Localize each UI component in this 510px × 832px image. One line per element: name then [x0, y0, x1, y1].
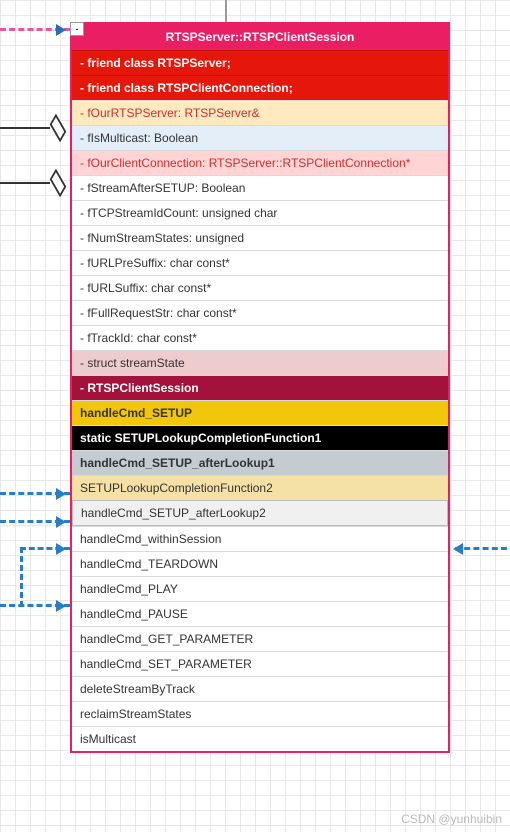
top-connector: [225, 0, 227, 22]
friend-rtspserver[interactable]: - friend class RTSPServer;: [72, 50, 448, 75]
field-fstreamaftersetup[interactable]: - fStreamAfterSETUP: Boolean: [72, 175, 448, 200]
row-label: - struct streamState: [80, 356, 185, 370]
dependency-vertical: [20, 547, 23, 607]
row-label: isMulticast: [80, 732, 136, 746]
row-label: - RTSPClientSession: [80, 381, 199, 395]
method-handlecmd-teardown[interactable]: handleCmd_TEARDOWN: [72, 551, 448, 576]
row-label: static SETUPLookupCompletionFunction1: [80, 431, 321, 445]
method-ismulticast[interactable]: isMulticast: [72, 726, 448, 751]
method-handlecmd-setup-afterlookup1[interactable]: handleCmd_SETUP_afterLookup1: [72, 450, 448, 475]
field-fismulticast[interactable]: - fIsMulticast: Boolean: [72, 125, 448, 150]
field-furlsuffix[interactable]: - fURLSuffix: char const*: [72, 275, 448, 300]
row-label: - fOurRTSPServer: RTSPServer&: [80, 106, 260, 120]
field-fnumstreamstates[interactable]: - fNumStreamStates: unsigned: [72, 225, 448, 250]
struct-streamstate[interactable]: - struct streamState: [72, 350, 448, 375]
method-setuplookupcompletionfunction2[interactable]: SETUPLookupCompletionFunction2: [72, 475, 448, 500]
arrow-incoming-top: [0, 28, 70, 31]
collapse-icon[interactable]: -: [70, 22, 84, 36]
row-label: handleCmd_PLAY: [80, 582, 178, 596]
row-label: handleCmd_TEARDOWN: [80, 557, 218, 571]
friend-rtspclientconnection[interactable]: - friend class RTSPClientConnection;: [72, 75, 448, 100]
row-label: handleCmd_GET_PARAMETER: [80, 632, 253, 646]
method-handlecmd-set-parameter[interactable]: handleCmd_SET_PARAMETER: [72, 651, 448, 676]
aggregation-line-2: [0, 182, 50, 184]
method-handlecmd-pause[interactable]: handleCmd_PAUSE: [72, 601, 448, 626]
watermark: CSDN @yunhuibin: [401, 812, 502, 826]
aggregation-line-1: [0, 127, 50, 129]
field-ftrackid[interactable]: - fTrackId: char const*: [72, 325, 448, 350]
dependency-arrow-3: [20, 547, 70, 550]
row-label: - fOurClientConnection: RTSPServer::RTSP…: [80, 156, 410, 170]
uml-class-box[interactable]: - RTSPServer::RTSPClientSession - friend…: [70, 22, 450, 753]
dependency-arrow-right: [455, 547, 507, 550]
row-label: - fIsMulticast: Boolean: [80, 131, 198, 145]
row-label: - friend class RTSPClientConnection;: [80, 81, 293, 95]
row-label: SETUPLookupCompletionFunction2: [80, 481, 273, 495]
dependency-arrow-2: [0, 520, 70, 523]
method-handlecmd-withinsession[interactable]: handleCmd_withinSession: [72, 526, 448, 551]
row-label: - fURLSuffix: char const*: [80, 281, 211, 295]
row-label: - fTrackId: char const*: [80, 331, 197, 345]
dependency-arrow-1: [0, 492, 70, 495]
row-label: - fTCPStreamIdCount: unsigned char: [80, 206, 277, 220]
field-ffullrequeststr[interactable]: - fFullRequestStr: char const*: [72, 300, 448, 325]
rtspclientsession[interactable]: - RTSPClientSession: [72, 375, 448, 400]
field-fourrtspserver[interactable]: - fOurRTSPServer: RTSPServer&: [72, 100, 448, 125]
field-ftcpstreamidcount[interactable]: - fTCPStreamIdCount: unsigned char: [72, 200, 448, 225]
row-label: deleteStreamByTrack: [80, 682, 195, 696]
row-label: - fFullRequestStr: char const*: [80, 306, 237, 320]
row-label: handleCmd_PAUSE: [80, 607, 188, 621]
row-label: - fURLPreSuffix: char const*: [80, 256, 230, 270]
row-label: reclaimStreamStates: [80, 707, 191, 721]
class-title: RTSPServer::RTSPClientSession: [166, 30, 355, 44]
method-handlecmd-get-parameter[interactable]: handleCmd_GET_PARAMETER: [72, 626, 448, 651]
row-label: handleCmd_SETUP_afterLookup2: [81, 506, 266, 520]
row-label: - fNumStreamStates: unsigned: [80, 231, 244, 245]
dependency-arrow-4: [0, 604, 70, 607]
row-label: handleCmd_SETUP_afterLookup1: [80, 456, 275, 470]
row-label: handleCmd_SET_PARAMETER: [80, 657, 252, 671]
field-fourclientconnection[interactable]: - fOurClientConnection: RTSPServer::RTSP…: [72, 150, 448, 175]
method-setuplookupcompletionfunction1[interactable]: static SETUPLookupCompletionFunction1: [72, 425, 448, 450]
row-label: handleCmd_withinSession: [80, 532, 221, 546]
row-label: - friend class RTSPServer;: [80, 56, 231, 70]
method-handlecmd-setup-afterlookup2[interactable]: handleCmd_SETUP_afterLookup2: [72, 500, 448, 526]
row-label: handleCmd_SETUP: [80, 406, 192, 420]
method-handlecmd-setup[interactable]: handleCmd_SETUP: [72, 400, 448, 425]
class-header[interactable]: - RTSPServer::RTSPClientSession: [72, 24, 448, 50]
row-label: - fStreamAfterSETUP: Boolean: [80, 181, 245, 195]
field-furlpresuffix[interactable]: - fURLPreSuffix: char const*: [72, 250, 448, 275]
method-deletestreambytrack[interactable]: deleteStreamByTrack: [72, 676, 448, 701]
method-reclaimstreamstates[interactable]: reclaimStreamStates: [72, 701, 448, 726]
method-handlecmd-play[interactable]: handleCmd_PLAY: [72, 576, 448, 601]
